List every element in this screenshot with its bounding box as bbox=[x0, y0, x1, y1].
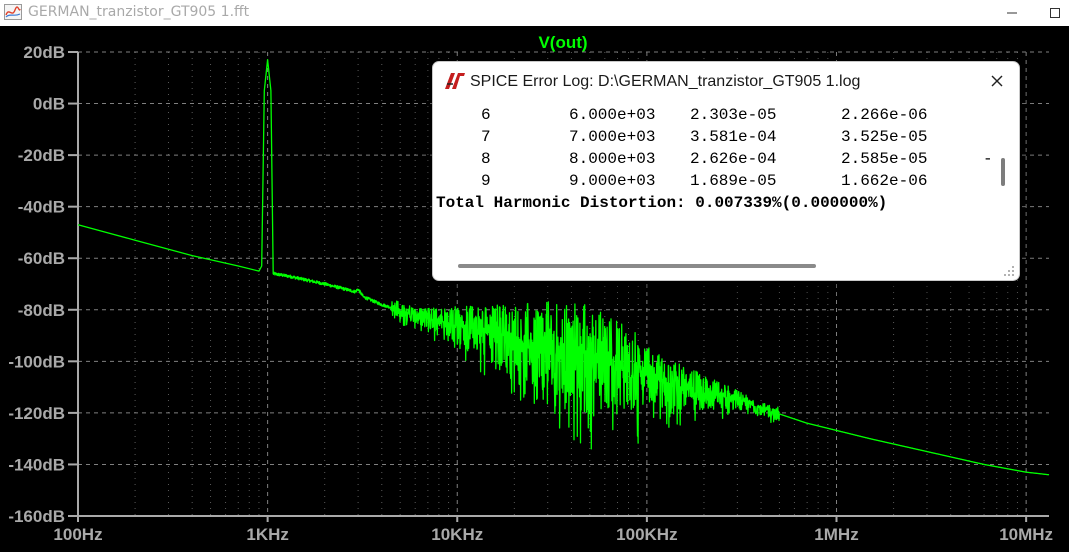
maximize-button[interactable] bbox=[1035, 0, 1069, 26]
harmonic-number: 9 bbox=[481, 172, 491, 190]
minimize-button[interactable] bbox=[992, 0, 1032, 26]
row-marker: - bbox=[983, 150, 993, 168]
y-tick-label: -60dB bbox=[18, 249, 65, 268]
y-axis-labels: 20dB 0dB -20dB -40dB -60dB -80dB -100dB -120dB -… bbox=[8, 43, 65, 526]
maximize-icon bbox=[1050, 8, 1060, 18]
y-tick-label: -40dB bbox=[18, 198, 65, 217]
x-tick-label: 1MHz bbox=[814, 525, 858, 544]
y-tick-label: -20dB bbox=[18, 146, 65, 165]
harmonic-number: 6 bbox=[481, 106, 491, 124]
close-icon bbox=[991, 75, 1003, 87]
harmonic-frequency: 9.000e+03 bbox=[569, 172, 656, 190]
y-tick-label: -80dB bbox=[18, 301, 65, 320]
fourier-component: 2.303e-05 bbox=[690, 106, 777, 124]
normalized-component: 2.585e-05 bbox=[841, 150, 928, 168]
window-title: GERMAN_tranzistor_GT905 1.fft bbox=[28, 4, 250, 20]
y-tick-label: -120dB bbox=[8, 404, 65, 423]
x-tick-label: 10MHz bbox=[999, 525, 1053, 544]
harmonic-frequency: 7.000e+03 bbox=[569, 128, 656, 146]
normalized-component: 3.525e-05 bbox=[841, 128, 928, 146]
x-tick-label: 100KHz bbox=[616, 525, 677, 544]
fourier-component: 3.581e-04 bbox=[690, 128, 777, 146]
harmonic-number: 8 bbox=[481, 150, 491, 168]
resize-grip-icon[interactable] bbox=[1003, 265, 1015, 277]
window-titlebar: GERMAN_tranzistor_GT905 1.fft bbox=[0, 0, 1069, 26]
y-tick-label: 0dB bbox=[33, 95, 65, 114]
y-tick-label: 20dB bbox=[23, 43, 65, 62]
y-tick-label: -160dB bbox=[8, 507, 65, 526]
ltspice-logo-icon bbox=[445, 73, 465, 89]
spice-error-log-window[interactable]: SPICE Error Log: D:\GERMAN_tranzistor_GT… bbox=[432, 61, 1020, 281]
normalized-component: 2.266e-06 bbox=[841, 106, 928, 124]
total-harmonic-distortion: Total Harmonic Distortion: 0.007339%(0.0… bbox=[436, 194, 888, 212]
fourier-component: 1.689e-05 bbox=[690, 172, 777, 190]
x-axis-labels: 100Hz 1KHz 10KHz 100KHz 1MHz 10MHz bbox=[53, 525, 1053, 544]
error-log-text[interactable]: 6 6.000e+03 2.303e-05 2.266e-06 7 7.000e… bbox=[433, 104, 993, 254]
error-log-vertical-scrollbar[interactable] bbox=[1001, 158, 1005, 186]
harmonic-frequency: 8.000e+03 bbox=[569, 150, 656, 168]
error-log-horizontal-scrollbar[interactable] bbox=[458, 264, 816, 268]
minimize-icon bbox=[1007, 12, 1017, 14]
x-tick-label: 10KHz bbox=[431, 525, 483, 544]
harmonic-frequency: 6.000e+03 bbox=[569, 106, 656, 124]
x-tick-label: 1KHz bbox=[246, 525, 289, 544]
error-log-title: SPICE Error Log: D:\GERMAN_tranzistor_GT… bbox=[470, 73, 861, 90]
y-tick-label: -100dB bbox=[8, 352, 65, 371]
y-tick-label: -140dB bbox=[8, 455, 65, 474]
normalized-component: 1.662e-06 bbox=[841, 172, 928, 190]
trace-title[interactable]: V(out) bbox=[538, 33, 587, 52]
harmonic-number: 7 bbox=[481, 128, 491, 146]
error-log-close-button[interactable] bbox=[983, 68, 1011, 94]
x-tick-label: 100Hz bbox=[53, 525, 102, 544]
fourier-component: 2.626e-04 bbox=[690, 150, 777, 168]
plot-app-icon bbox=[4, 4, 22, 20]
